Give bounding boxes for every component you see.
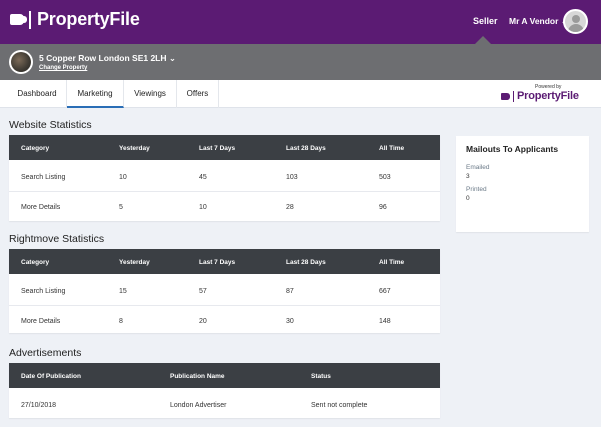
table-cell: Search Listing [21, 288, 66, 295]
table-cell: More Details [21, 204, 61, 211]
avatar[interactable] [563, 9, 588, 34]
table-cell: 96 [379, 204, 387, 211]
table-row: Search Listing 10 45 103 503 [9, 162, 440, 192]
table-cell: 148 [379, 318, 391, 325]
table-cell: 10 [199, 204, 207, 211]
table-cell: More Details [21, 318, 61, 325]
propertyfile-logo[interactable]: PropertyFile [10, 9, 140, 30]
logo-icon [10, 14, 27, 25]
table-cell: Search Listing [21, 174, 66, 181]
column-header: Category [21, 259, 50, 266]
table-row: More Details 8 20 30 148 [9, 306, 440, 336]
powered-by-brand: PropertyFile [517, 90, 579, 102]
table-cell: 20 [199, 318, 207, 325]
table-cell: Sent not complete [311, 402, 368, 409]
tab-offers[interactable]: Offers [177, 80, 219, 108]
table-row: Search Listing 15 57 87 667 [9, 276, 440, 306]
table-cell: 10 [119, 174, 127, 181]
table-cell: 28 [286, 204, 294, 211]
column-header: Last 7 Days [199, 259, 236, 266]
logo-icon [501, 92, 510, 100]
advertisements-title: Advertisements [9, 347, 82, 359]
tab-dashboard[interactable]: Dashboard [8, 80, 67, 108]
table-cell: 15 [119, 288, 127, 295]
table-cell: 45 [199, 174, 207, 181]
column-header: Date Of Publication [21, 373, 81, 380]
tab-viewings[interactable]: Viewings [124, 80, 177, 108]
user-menu[interactable]: Mr A Vendor ⌄ [509, 16, 568, 27]
rightmove-statistics-table: Category Yesterday Last 7 Days Last 28 D… [9, 249, 440, 333]
table-cell: 667 [379, 288, 391, 295]
table-row: 27/10/2018 London Advertiser Sent not co… [9, 388, 440, 418]
printed-label: Printed [466, 186, 487, 193]
emailed-value: 3 [466, 173, 470, 180]
property-address-dropdown[interactable]: 5 Copper Row London SE1 2LH ⌄ [39, 53, 176, 64]
emailed-label: Emailed [466, 164, 490, 171]
website-statistics-title: Website Statistics [9, 119, 92, 131]
table-cell: 503 [379, 174, 391, 181]
tab-marketing[interactable]: Marketing [67, 80, 124, 108]
table-cell: 87 [286, 288, 294, 295]
table-cell: London Advertiser [170, 402, 227, 409]
column-header: All Time [379, 259, 405, 266]
column-header: Status [311, 373, 331, 380]
top-bar: PropertyFile Seller Mr A Vendor ⌄ [0, 0, 601, 44]
table-cell: 30 [286, 318, 294, 325]
property-bar: 5 Copper Row London SE1 2LH ⌄ Change Pro… [0, 44, 601, 80]
column-header: Publication Name [170, 373, 225, 380]
nav-seller[interactable]: Seller [473, 16, 498, 26]
table-cell: 103 [286, 174, 298, 181]
table-header: Category Yesterday Last 7 Days Last 28 D… [9, 135, 440, 160]
mailouts-title: Mailouts To Applicants [466, 144, 559, 154]
change-property-link[interactable]: Change Property [39, 65, 87, 71]
column-header: Last 28 Days [286, 145, 326, 152]
column-header: Category [21, 145, 50, 152]
column-header: Last 28 Days [286, 259, 326, 266]
printed-value: 0 [466, 195, 470, 202]
active-nav-caret [475, 36, 491, 44]
column-header: Yesterday [119, 259, 150, 266]
column-header: Last 7 Days [199, 145, 236, 152]
table-header: Category Yesterday Last 7 Days Last 28 D… [9, 249, 440, 274]
logo-divider [29, 10, 31, 29]
property-photo [9, 50, 33, 74]
table-cell: 5 [119, 204, 123, 211]
advertisements-table: Date Of Publication Publication Name Sta… [9, 363, 440, 418]
website-statistics-table: Category Yesterday Last 7 Days Last 28 D… [9, 135, 440, 221]
column-header: Yesterday [119, 145, 150, 152]
mailouts-panel: Mailouts To Applicants Emailed 3 Printed… [456, 136, 589, 232]
table-cell: 57 [199, 288, 207, 295]
rightmove-statistics-title: Rightmove Statistics [9, 233, 105, 245]
column-header: All Time [379, 145, 405, 152]
table-cell: 8 [119, 318, 123, 325]
table-row: More Details 5 10 28 96 [9, 192, 440, 222]
logo-text: PropertyFile [37, 9, 140, 29]
table-header: Date Of Publication Publication Name Sta… [9, 363, 440, 388]
table-cell: 27/10/2018 [21, 402, 57, 409]
